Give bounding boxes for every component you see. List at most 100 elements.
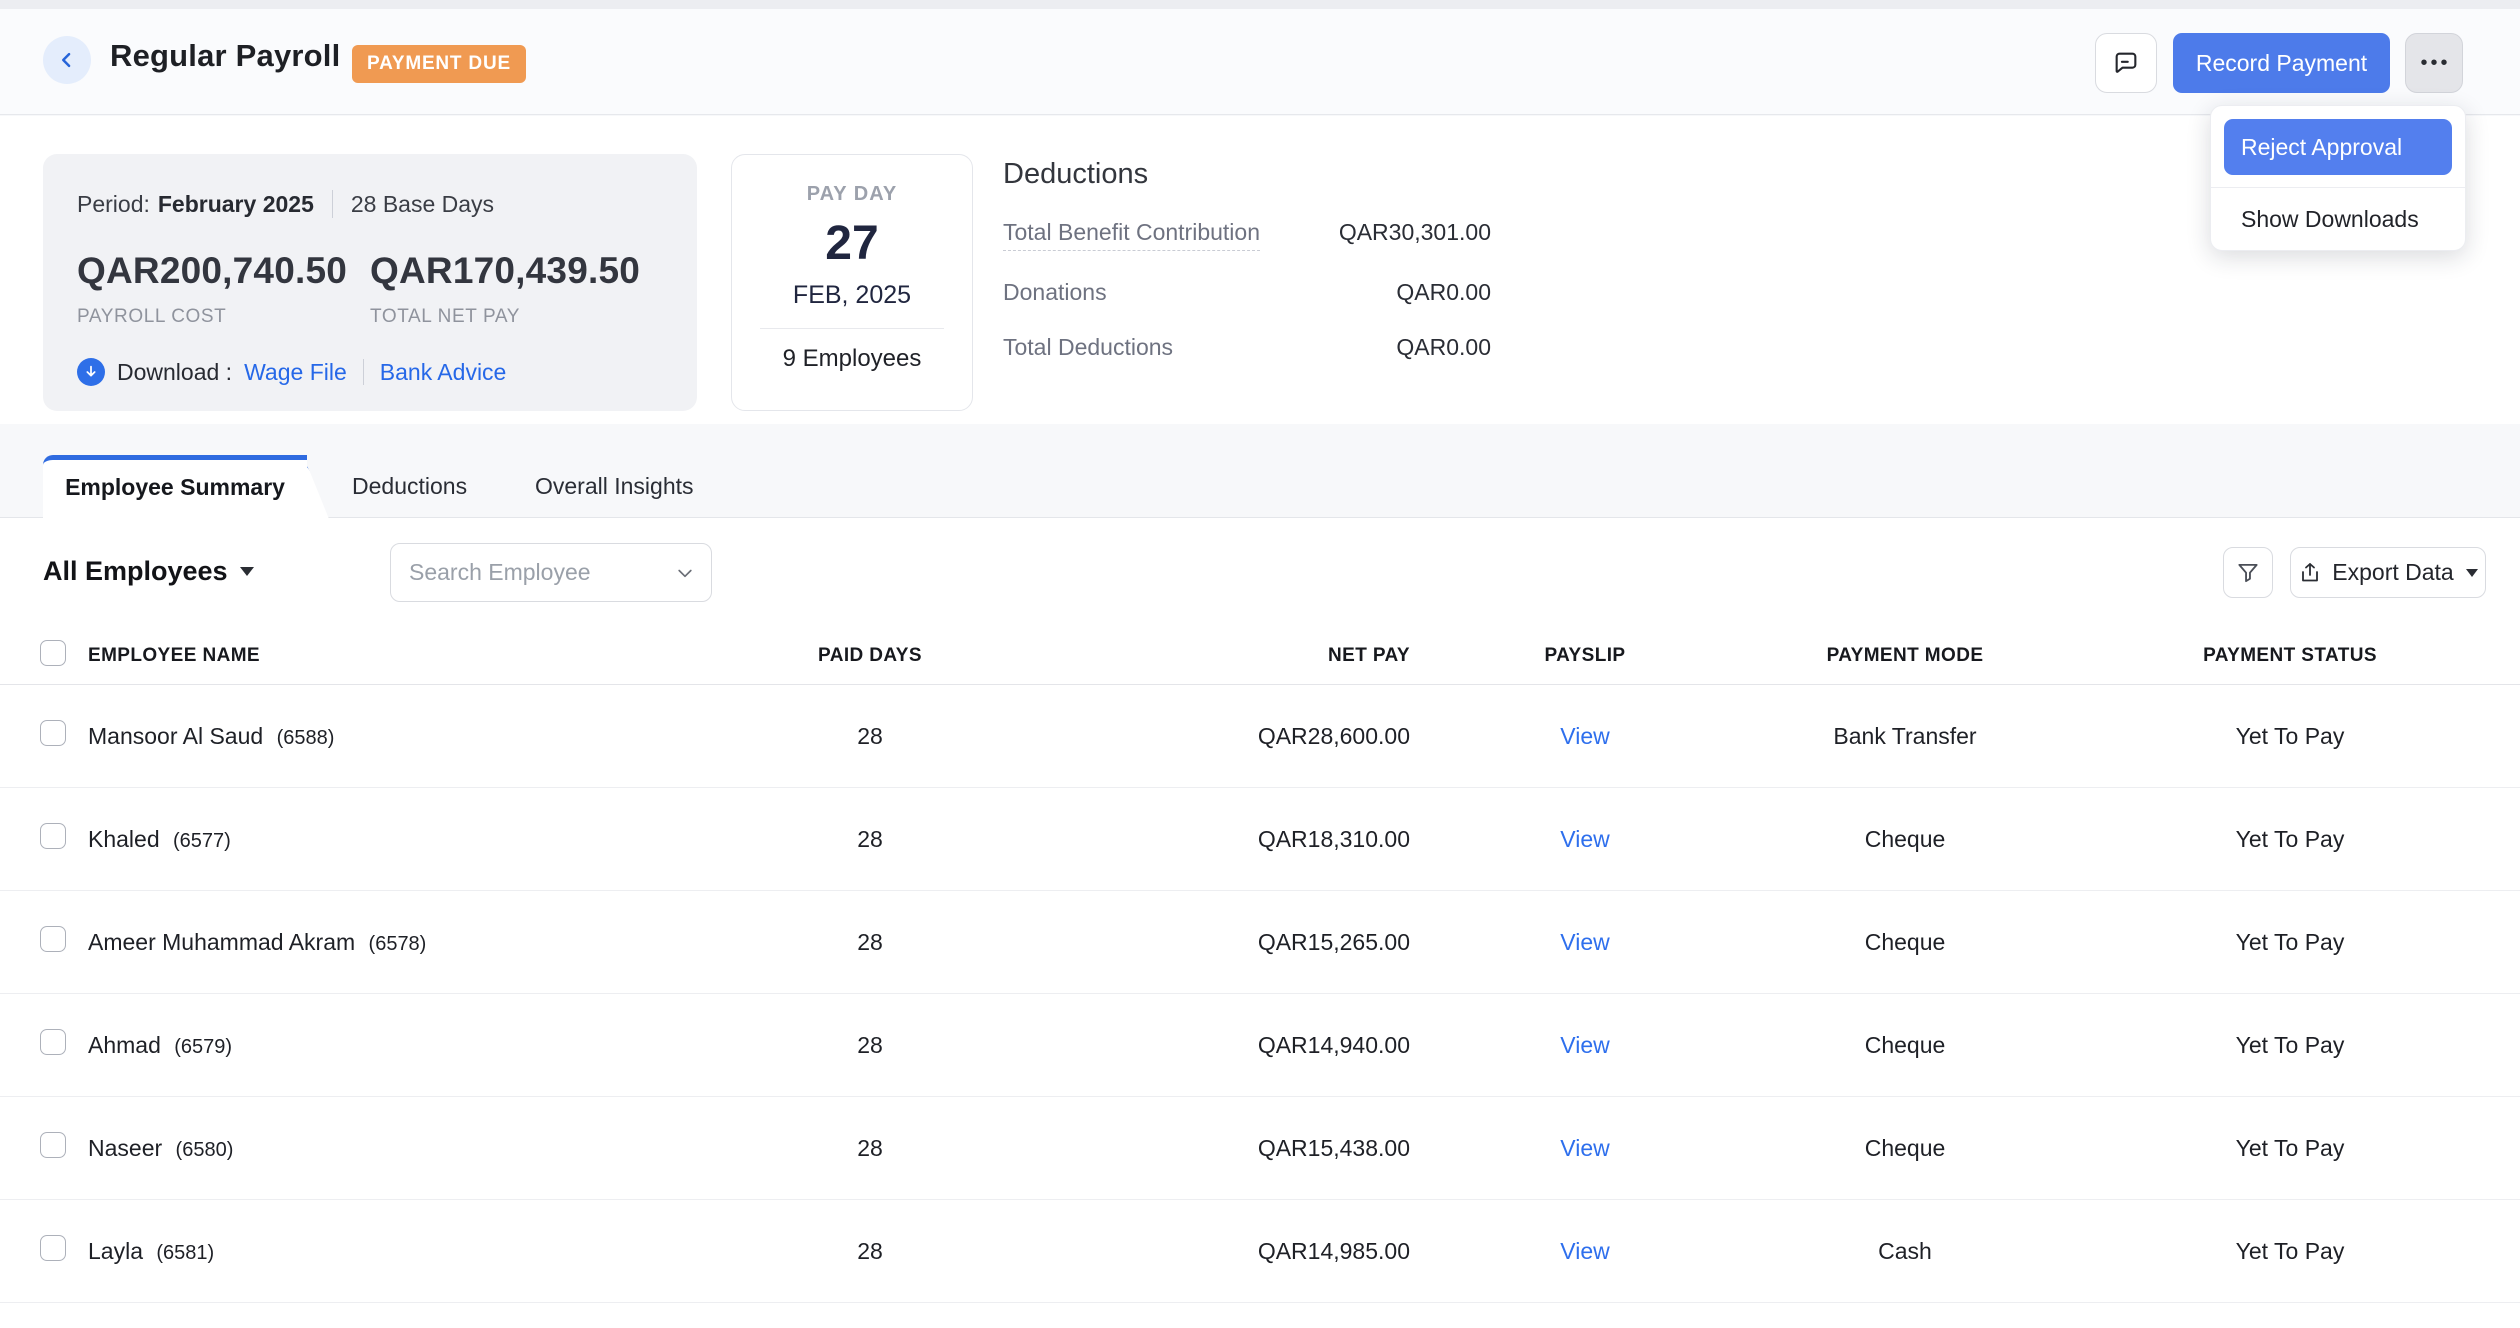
row-checkbox[interactable]	[40, 823, 66, 849]
row-checkbox[interactable]	[40, 1132, 66, 1158]
search-employee-input[interactable]	[409, 559, 675, 586]
payslip-view-link[interactable]: View	[1560, 1135, 1609, 1161]
net-pay-cell: QAR15,438.00	[950, 1135, 1420, 1162]
payment-status-cell: Yet To Pay	[2060, 1238, 2520, 1265]
deduction-value-total-deductions: QAR0.00	[1396, 334, 1491, 361]
row-checkbox[interactable]	[40, 926, 66, 952]
page-header: Regular Payroll PAYMENT DUE Record Payme…	[0, 9, 2520, 115]
payment-status-cell: Yet To Pay	[2060, 826, 2520, 853]
download-icon	[77, 358, 105, 386]
deduction-label-total-benefit[interactable]: Total Benefit Contribution	[1003, 219, 1260, 251]
payday-card: PAY DAY 27 FEB, 2025 9 Employees	[731, 154, 973, 411]
ellipsis-icon: •••	[2420, 52, 2450, 75]
payment-status-cell: Yet To Pay	[2060, 1032, 2520, 1059]
wage-file-link[interactable]: Wage File	[244, 359, 347, 386]
employee-name: Ameer Muhammad Akram	[88, 929, 355, 955]
status-badge: PAYMENT DUE	[352, 45, 526, 83]
net-pay-cell: QAR18,310.00	[950, 826, 1420, 853]
payment-status-cell: Yet To Pay	[2060, 1135, 2520, 1162]
payslip-view-link[interactable]: View	[1560, 1032, 1609, 1058]
chevron-down-icon	[675, 563, 695, 583]
employee-summary-section: All Employees Export Data EMPLOYEE NAME …	[0, 518, 2520, 1328]
tab-overall-insights[interactable]: Overall Insights	[535, 455, 694, 518]
tab-deductions[interactable]: Deductions	[352, 455, 467, 518]
employee-id: (6581)	[156, 1242, 214, 1264]
row-checkbox[interactable]	[40, 1235, 66, 1261]
employee-filter-dropdown[interactable]: All Employees	[43, 556, 254, 587]
caret-down-icon	[2466, 569, 2478, 577]
paid-days-cell: 28	[790, 1135, 950, 1162]
search-employee-combobox[interactable]	[390, 543, 712, 602]
total-net-pay-value: QAR170,439.50	[370, 250, 663, 292]
payday-month-year: FEB, 2025	[732, 281, 972, 310]
payroll-summary-panel: Period: February 2025 28 Base Days QAR20…	[0, 116, 2520, 424]
menu-item-reject-approval[interactable]: Reject Approval	[2224, 119, 2452, 175]
payment-mode-cell: Cash	[1750, 1238, 2060, 1265]
column-header-paid-days: PAID DAYS	[790, 645, 950, 667]
employee-name: Khaled	[88, 826, 160, 852]
column-header-net-pay: NET PAY	[950, 645, 1420, 667]
paid-days-cell: 28	[790, 723, 950, 750]
export-data-button[interactable]: Export Data	[2290, 547, 2486, 598]
payment-status-cell: Yet To Pay	[2060, 929, 2520, 956]
payday-employee-count: 9 Employees	[732, 345, 972, 373]
payslip-view-link[interactable]: View	[1560, 1238, 1609, 1264]
paid-days-cell: 28	[790, 1032, 950, 1059]
employee-id: (6577)	[173, 830, 231, 852]
column-header-payment-mode: PAYMENT MODE	[1750, 645, 2060, 667]
select-all-checkbox[interactable]	[40, 640, 66, 666]
chevron-left-icon	[57, 50, 77, 70]
payslip-view-link[interactable]: View	[1560, 826, 1609, 852]
period-value: February 2025	[158, 191, 314, 218]
employee-filter-label: All Employees	[43, 556, 228, 587]
net-pay-cell: QAR14,985.00	[950, 1238, 1420, 1265]
page-title: Regular Payroll	[110, 38, 340, 74]
table-header: EMPLOYEE NAME PAID DAYS NET PAY PAYSLIP …	[0, 627, 2520, 685]
comments-button[interactable]	[2095, 33, 2157, 93]
tab-label: Employee Summary	[43, 455, 307, 519]
filter-button[interactable]	[2223, 547, 2273, 598]
payslip-view-link[interactable]: View	[1560, 723, 1609, 749]
caret-down-icon	[240, 567, 254, 576]
deduction-label-total-deductions: Total Deductions	[1003, 334, 1173, 361]
payment-mode-cell: Cheque	[1750, 1032, 2060, 1059]
employee-id: (6579)	[174, 1036, 232, 1058]
payday-day: 27	[732, 216, 972, 271]
table-row: Mansoor Al Saud (6588) 28 QAR28,600.00 V…	[0, 685, 2520, 788]
employee-name: Ahmad	[88, 1032, 161, 1058]
total-net-pay-label: TOTAL NET PAY	[370, 306, 663, 328]
employee-id: (6578)	[369, 933, 427, 955]
payroll-cost-value: QAR200,740.50	[77, 250, 370, 292]
deduction-label-donations: Donations	[1003, 279, 1107, 306]
column-header-payslip: PAYSLIP	[1420, 645, 1750, 667]
table-row: Khaled (6577) 28 QAR18,310.00 View Chequ…	[0, 788, 2520, 891]
menu-item-show-downloads[interactable]: Show Downloads	[2224, 188, 2452, 250]
employee-id: (6580)	[176, 1139, 234, 1161]
tab-employee-summary[interactable]: Employee Summary	[43, 455, 335, 519]
back-button[interactable]	[43, 36, 91, 84]
payment-status-cell: Yet To Pay	[2060, 723, 2520, 750]
payment-mode-cell: Cheque	[1750, 826, 2060, 853]
period-label: Period:	[77, 191, 150, 218]
deductions-title: Deductions	[1003, 158, 1491, 191]
paid-days-cell: 28	[790, 929, 950, 956]
column-header-payment-status: PAYMENT STATUS	[2060, 645, 2520, 667]
record-payment-button[interactable]: Record Payment	[2173, 33, 2390, 93]
table-row: Naseer (6580) 28 QAR15,438.00 View Chequ…	[0, 1097, 2520, 1200]
row-checkbox[interactable]	[40, 720, 66, 746]
bank-advice-link[interactable]: Bank Advice	[380, 359, 507, 386]
table-row: Layla (6581) 28 QAR14,985.00 View Cash Y…	[0, 1200, 2520, 1303]
row-checkbox[interactable]	[40, 1029, 66, 1055]
more-options-button[interactable]: •••	[2405, 33, 2463, 93]
period-summary-card: Period: February 2025 28 Base Days QAR20…	[43, 154, 697, 411]
divider	[363, 359, 364, 385]
export-data-label: Export Data	[2332, 559, 2453, 586]
employee-name: Layla	[88, 1238, 143, 1264]
payslip-view-link[interactable]: View	[1560, 929, 1609, 955]
payment-mode-cell: Cheque	[1750, 1135, 2060, 1162]
window-top-strip	[0, 0, 2520, 9]
net-pay-cell: QAR14,940.00	[950, 1032, 1420, 1059]
table-row: Ameer Muhammad Akram (6578) 28 QAR15,265…	[0, 891, 2520, 994]
payroll-cost-label: PAYROLL COST	[77, 306, 370, 328]
employee-name: Naseer	[88, 1135, 162, 1161]
